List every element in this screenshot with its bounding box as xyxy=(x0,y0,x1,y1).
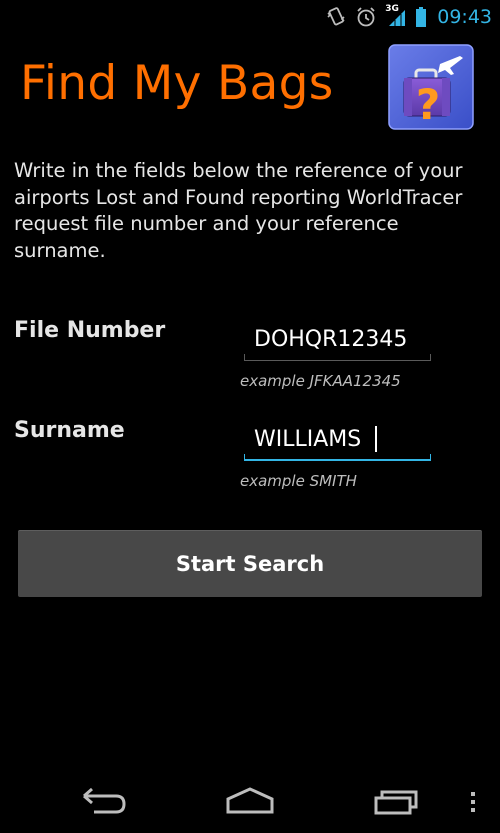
text-cursor xyxy=(375,426,377,452)
menu-icon[interactable] xyxy=(469,786,477,820)
app-title: Find My Bags xyxy=(20,56,334,111)
back-icon[interactable] xyxy=(80,786,128,820)
surname-underline xyxy=(244,454,431,461)
surname-example: example SMITH xyxy=(240,472,357,490)
status-time: 09:43 xyxy=(437,6,492,28)
surname-label: Surname xyxy=(14,418,125,443)
start-search-button[interactable]: Start Search xyxy=(18,530,482,597)
home-icon[interactable] xyxy=(225,786,275,820)
intro-text: Write in the fields below the reference … xyxy=(14,159,463,262)
battery-icon xyxy=(415,6,427,28)
file-number-underline xyxy=(244,354,431,361)
alarm-icon xyxy=(355,6,377,28)
signal-icon: 3G xyxy=(385,4,407,28)
file-number-label: File Number xyxy=(14,318,166,343)
svg-text:?: ? xyxy=(416,80,440,129)
luggage-question-icon: ? xyxy=(388,44,474,130)
vibrate-icon xyxy=(325,6,347,28)
navigation-bar xyxy=(0,770,500,833)
recent-apps-icon[interactable] xyxy=(372,786,422,820)
file-number-example: example JFKAA12345 xyxy=(240,372,401,390)
status-bar: 3G 09:43 xyxy=(0,0,500,33)
status-icons: 3G 09:43 xyxy=(325,4,492,30)
